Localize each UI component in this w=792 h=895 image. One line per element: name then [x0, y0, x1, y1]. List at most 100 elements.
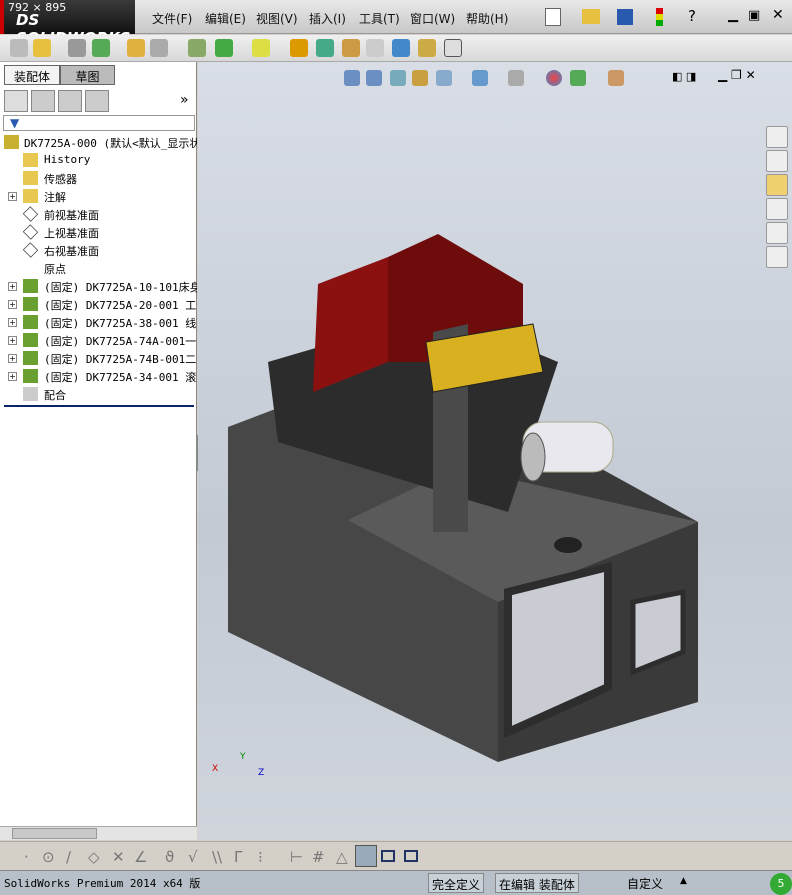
save-icon[interactable]	[617, 9, 633, 25]
relation-icon[interactable]: △	[336, 848, 348, 866]
subassembly-icon	[23, 369, 38, 383]
tree-item[interactable]: 配合	[0, 385, 197, 403]
tree-item[interactable]: + (固定) DK7725A-20-001 工作	[0, 295, 197, 313]
menu-help[interactable]: 帮助(H)	[466, 10, 508, 27]
assembly-features-icon[interactable]	[215, 39, 233, 57]
tree-item[interactable]: 上视基准面	[0, 223, 197, 241]
new-document-icon[interactable]	[545, 8, 561, 26]
exploded-view-icon[interactable]	[342, 39, 360, 57]
menu-insert[interactable]: 插入(I)	[309, 10, 346, 27]
units-arrow-icon[interactable]: ▲	[680, 876, 687, 886]
tree-item[interactable]: 传感器	[0, 169, 197, 187]
chamfer-icon[interactable]: √	[188, 848, 198, 866]
horizontal-scrollbar[interactable]	[0, 826, 197, 840]
smart-fasteners-icon[interactable]	[127, 39, 145, 57]
tree-item[interactable]: + (固定) DK7725A-10-101床身	[0, 277, 197, 295]
minimize-button[interactable]: ▁	[728, 8, 738, 23]
construction-icon[interactable]: ⁝	[258, 848, 263, 866]
new-motion-study-icon[interactable]	[290, 39, 308, 57]
tree-item[interactable]: 原点	[0, 259, 197, 277]
task-pane-view-palette-icon[interactable]	[766, 198, 788, 220]
property-manager-icon[interactable]	[31, 90, 55, 112]
menu-edit[interactable]: 编辑(E)	[205, 10, 246, 27]
assembly-model[interactable]	[198, 62, 792, 840]
tree-item-label: DK7725A-000 (默认<默认_显示状	[24, 137, 197, 150]
menu-view[interactable]: 视图(V)	[256, 10, 298, 27]
expand-icon[interactable]: +	[8, 372, 17, 381]
tab-sketch[interactable]: 草图	[60, 65, 115, 85]
linear-pattern-icon[interactable]	[92, 39, 110, 57]
menu-window[interactable]: 窗口(W)	[410, 10, 455, 27]
dimension-icon[interactable]: ⊢	[290, 848, 303, 866]
help-icon[interactable]: ?	[688, 7, 696, 25]
tree-item-label: (固定) DK7725A-74A-001一垫	[44, 335, 197, 348]
interference-detection-icon[interactable]	[392, 39, 410, 57]
expand-icon[interactable]: +	[8, 282, 17, 291]
sketch-toolbar: · ⊙ / ◇ ✕ ∠ ϑ √ \\ Γ ⁝ ⊢ # △	[0, 841, 792, 869]
task-pane-appearances-icon[interactable]	[766, 222, 788, 244]
open-icon[interactable]	[582, 9, 600, 24]
reference-geometry-icon[interactable]	[252, 39, 270, 57]
clearance-icon[interactable]	[418, 39, 436, 57]
point-icon[interactable]: ·	[24, 848, 29, 866]
filter-input[interactable]: ▼	[3, 115, 195, 131]
tree-item[interactable]: + (固定) DK7725A-34-001 滚筒	[0, 367, 197, 385]
menu-tools[interactable]: 工具(T)	[359, 10, 400, 27]
expand-icon[interactable]: +	[8, 336, 17, 345]
rebuild-icon[interactable]	[656, 8, 663, 26]
angle-icon[interactable]: ∠	[134, 848, 147, 866]
scroll-thumb[interactable]	[12, 828, 97, 839]
circle-icon[interactable]: ⊙	[42, 848, 55, 866]
offset-icon[interactable]: \\	[212, 848, 222, 866]
performance-icon[interactable]	[444, 39, 462, 57]
insert-component-icon[interactable]	[33, 39, 51, 57]
tree-item-label: (固定) DK7725A-34-001 滚筒	[44, 371, 197, 384]
mate-icon[interactable]	[68, 39, 86, 57]
tree-item[interactable]: 右视基准面	[0, 241, 197, 259]
tree-item[interactable]: + (固定) DK7725A-38-001 线架	[0, 313, 197, 331]
tree-item[interactable]: + (固定) DK7725A-74B-001二垫	[0, 349, 197, 367]
3d-view-icon[interactable]	[355, 845, 377, 867]
polygon-icon[interactable]: ◇	[88, 848, 100, 866]
single-view-icon[interactable]	[381, 850, 395, 862]
move-component-icon[interactable]	[150, 39, 168, 57]
fillet-icon[interactable]: ϑ	[165, 848, 174, 866]
notification-badge[interactable]: 5	[770, 873, 792, 895]
expand-icon[interactable]: +	[8, 300, 17, 309]
corner-icon[interactable]: Γ	[234, 848, 242, 866]
assembly-component-icon[interactable]	[10, 39, 28, 57]
expand-panel-icon[interactable]: »	[180, 92, 189, 108]
four-view-icon[interactable]	[404, 850, 418, 862]
close-button[interactable]: ✕	[772, 7, 784, 23]
tree-item[interactable]: 前视基准面	[0, 205, 197, 223]
tree-item-label: (固定) DK7725A-20-001 工作	[44, 299, 197, 312]
restore-button[interactable]: ▣	[748, 8, 760, 23]
subassembly-icon	[23, 333, 38, 347]
expand-icon[interactable]: +	[8, 318, 17, 327]
assembly-icon	[4, 135, 19, 149]
explode-line-icon[interactable]	[366, 39, 384, 57]
rollback-bar[interactable]	[4, 405, 194, 407]
expand-icon[interactable]: +	[8, 192, 17, 201]
bill-of-materials-icon[interactable]	[316, 39, 334, 57]
task-pane-design-library-icon[interactable]	[766, 150, 788, 172]
trim-icon[interactable]: ✕	[112, 848, 125, 866]
task-pane-file-explorer-icon[interactable]	[766, 174, 788, 196]
tree-item[interactable]: + (固定) DK7725A-74A-001一垫	[0, 331, 197, 349]
show-hidden-icon[interactable]	[188, 39, 206, 57]
expand-icon[interactable]: +	[8, 354, 17, 363]
line-icon[interactable]: /	[66, 848, 71, 866]
configuration-manager-icon[interactable]	[58, 90, 82, 112]
graphics-area[interactable]: ◧ ◨ ▁ ❐ ✕ X Y Z	[198, 62, 792, 840]
grid-icon[interactable]: #	[312, 848, 325, 866]
feature-manager-icon[interactable]	[4, 90, 28, 112]
display-manager-icon[interactable]	[85, 90, 109, 112]
tree-item[interactable]: + 注解	[0, 187, 197, 205]
task-pane-custom-properties-icon[interactable]	[766, 246, 788, 268]
task-pane-home-icon[interactable]	[766, 126, 788, 148]
menu-file[interactable]: 文件(F)	[152, 10, 192, 27]
units-custom[interactable]: 自定义	[627, 875, 663, 892]
tree-item[interactable]: History	[0, 151, 197, 169]
tree-item[interactable]: DK7725A-000 (默认<默认_显示状	[0, 133, 197, 151]
tab-assembly[interactable]: 装配体	[4, 65, 60, 85]
